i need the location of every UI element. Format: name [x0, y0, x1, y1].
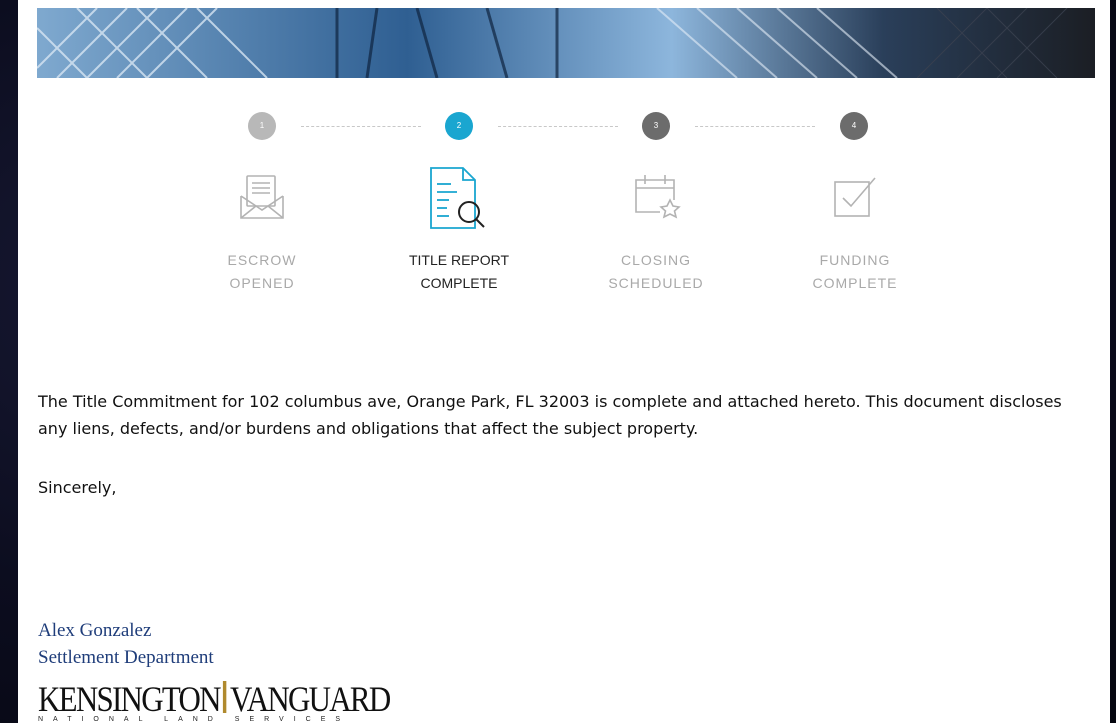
envelope-letter-icon: [240, 175, 284, 219]
checkbox-icon: [834, 177, 876, 217]
logo-text-right: VANGUARD: [230, 679, 391, 719]
step-3-indicator: 3: [642, 112, 670, 140]
logo-text-left: KENSINGTON: [38, 679, 221, 719]
step-connector: [498, 126, 618, 127]
document-search-icon: [430, 167, 485, 229]
step-1-indicator: 1: [248, 112, 276, 140]
message-body: The Title Commitment for 102 columbus av…: [38, 392, 1062, 438]
step-4-indicator: 4: [840, 112, 868, 140]
step-label-escrow-opened: ESCROW OPENED: [227, 252, 297, 291]
step-label-title-report: TITLE REPORT COMPLETE: [408, 252, 510, 291]
signature-name: Alex Gonzalez: [38, 620, 152, 641]
step-connector: [301, 126, 421, 127]
step-connector: [695, 126, 815, 127]
calendar-star-icon: [635, 175, 681, 219]
step-2-indicator: 2: [445, 112, 473, 140]
progress-tracker: 1 2 3 4 ESCROW OPENED TITLE REPORT COMPL…: [18, 0, 1110, 320]
step-label-closing-scheduled: CLOSING SCHEDULED: [608, 252, 704, 291]
company-logo: KENSINGTON VANGUARD NATIONAL LAND SERVICE…: [38, 676, 438, 723]
logo-tagline: NATIONAL LAND SERVICES: [38, 716, 351, 723]
email-panel: 1 2 3 4 ESCROW OPENED TITLE REPORT COMPL…: [18, 0, 1110, 723]
logo-pillar-icon: [223, 681, 227, 713]
message-closing: Sincerely,: [38, 478, 117, 497]
step-label-funding-complete: FUNDING COMPLETE: [812, 252, 898, 291]
signature-department: Settlement Department: [38, 647, 214, 668]
